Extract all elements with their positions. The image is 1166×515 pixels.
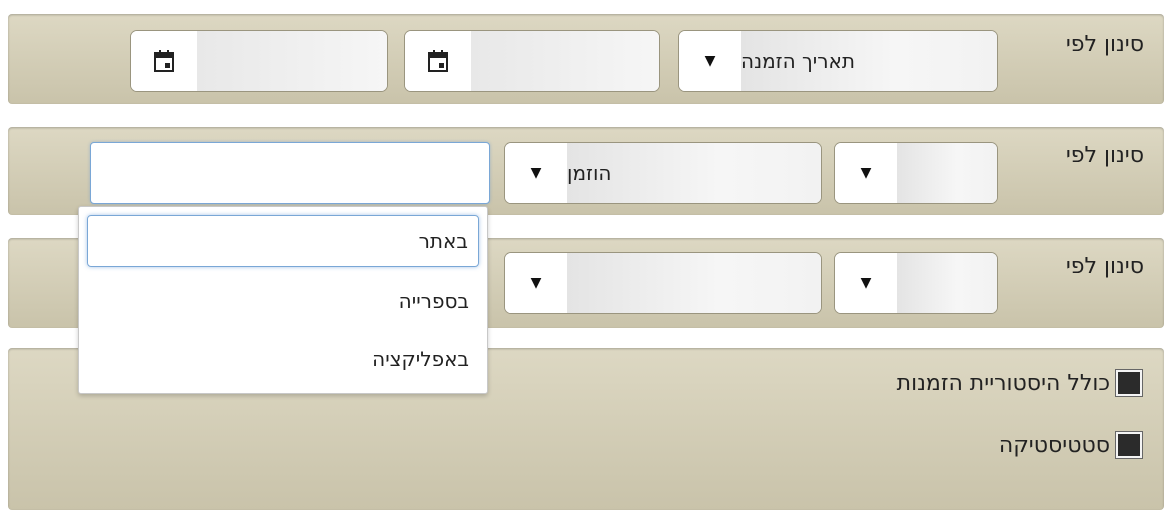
filter-type-value: תאריך הזמנה (741, 31, 997, 91)
chevron-down-icon: ▼ (835, 253, 897, 313)
filter-status-value: הוזמן (567, 143, 821, 203)
chevron-down-icon: ▼ (505, 143, 567, 203)
include-history-label: כולל היסטוריית הזמנות (896, 370, 1110, 396)
filter-label: סינון לפי (1065, 254, 1144, 279)
dropdown-item[interactable]: בספרייה (87, 275, 479, 327)
statistics-label: סטטיסטיקה (998, 432, 1110, 458)
include-history-checkbox[interactable] (1116, 370, 1142, 396)
date-from-field[interactable] (130, 30, 388, 92)
filter-text-input[interactable] (90, 142, 490, 204)
chevron-down-icon: ▼ (835, 143, 897, 203)
date-to-field[interactable] (404, 30, 660, 92)
filter-field-value (897, 253, 997, 313)
filter-field-select[interactable]: ▼ (834, 252, 998, 314)
filter-row-date: סינון לפי ▼ תאריך הזמנה (8, 14, 1164, 104)
filter-field-select[interactable]: ▼ (834, 142, 998, 204)
calendar-icon[interactable] (131, 31, 197, 91)
dropdown-item[interactable]: באתר (87, 215, 479, 267)
filter-type-select[interactable]: ▼ תאריך הזמנה (678, 30, 998, 92)
date-to-input[interactable] (471, 31, 659, 91)
filter-label: סינון לפי (1065, 32, 1144, 57)
filter-value-select[interactable]: ▼ (504, 252, 822, 314)
date-from-input[interactable] (197, 31, 387, 91)
filter-value-value (567, 253, 821, 313)
include-history-option[interactable]: כולל היסטוריית הזמנות (897, 370, 1142, 396)
filter-label: סינון לפי (1065, 143, 1144, 168)
calendar-icon[interactable] (405, 31, 471, 91)
filter-field-value (897, 143, 997, 203)
chevron-down-icon: ▼ (679, 31, 741, 91)
filter-status-select[interactable]: ▼ הוזמן (504, 142, 822, 204)
chevron-down-icon: ▼ (505, 253, 567, 313)
dropdown-item[interactable]: באפליקציה (87, 333, 479, 385)
statistics-checkbox[interactable] (1116, 432, 1142, 458)
autocomplete-dropdown: באתר בספרייה באפליקציה (78, 206, 488, 394)
statistics-option[interactable]: סטטיסטיקה (999, 432, 1142, 458)
